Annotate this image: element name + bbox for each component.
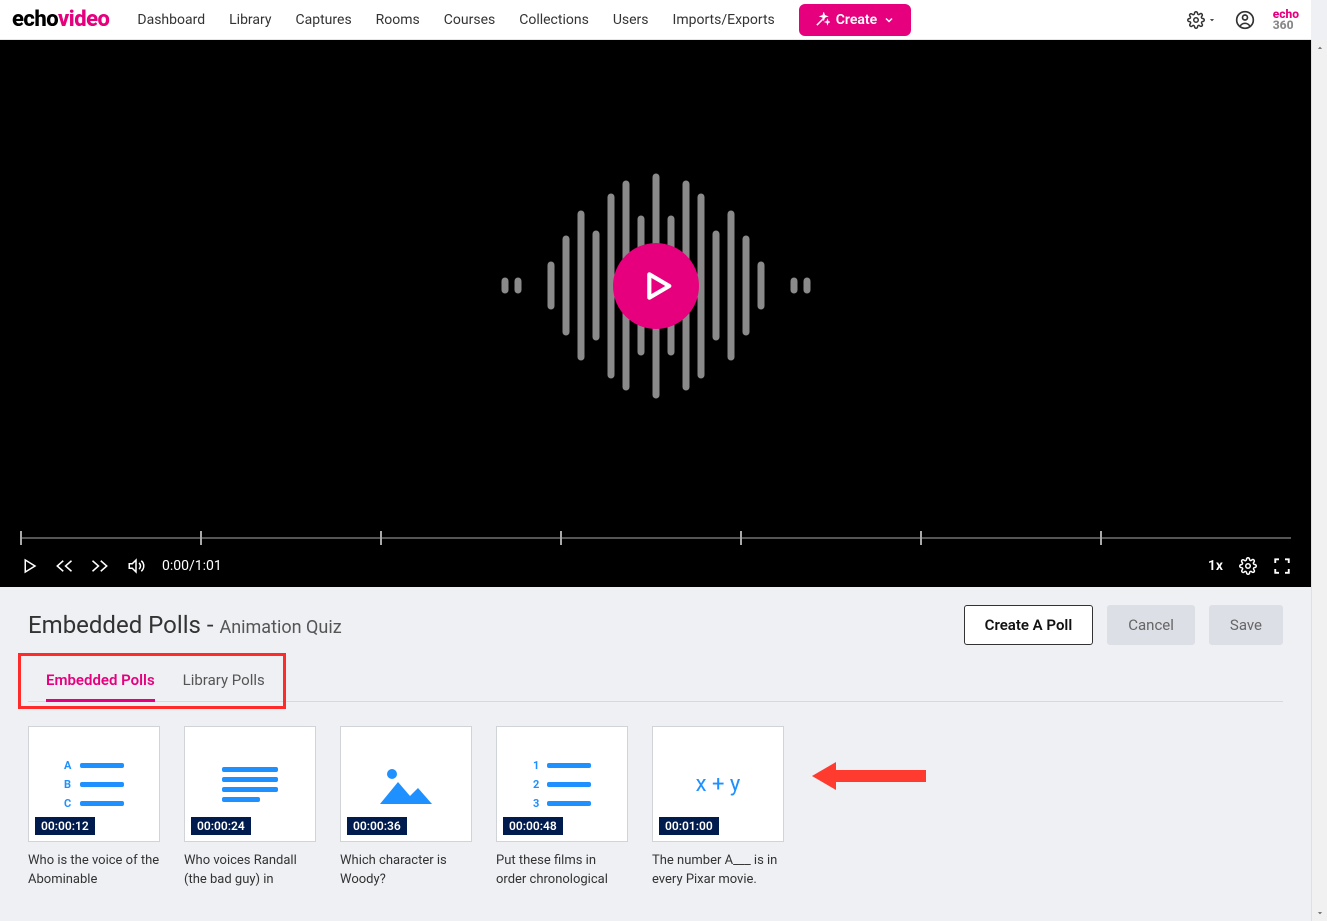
play-button[interactable] xyxy=(613,243,699,329)
poll-caption: Put these films in order chronological xyxy=(496,852,628,890)
nav-imports-exports[interactable]: Imports/Exports xyxy=(673,12,775,28)
create-label: Create xyxy=(836,12,877,28)
poll-caption: Which character is Woody? xyxy=(340,852,472,890)
player-settings[interactable] xyxy=(1239,557,1257,575)
arrow-shaft xyxy=(836,770,926,782)
timestamp-badge: 00:00:24 xyxy=(191,817,251,835)
timestamp-badge: 00:00:48 xyxy=(503,817,563,835)
rewind-icon xyxy=(54,557,74,575)
forward-control[interactable] xyxy=(90,557,110,575)
formula-icon: x + y xyxy=(696,772,741,797)
gear-icon xyxy=(1187,11,1205,29)
create-poll-button[interactable]: Create A Poll xyxy=(964,605,1094,645)
rewind-control[interactable] xyxy=(54,557,74,575)
video-player: 0:00/1:01 1x xyxy=(0,40,1311,587)
cancel-button[interactable]: Cancel xyxy=(1107,605,1195,645)
volume-icon xyxy=(126,557,146,575)
panel-subtitle: Animation Quiz xyxy=(219,617,341,638)
brand-logo[interactable]: echovideo xyxy=(12,7,109,32)
tab-embedded-polls[interactable]: Embedded Polls xyxy=(46,667,155,702)
image-icon xyxy=(380,764,432,804)
poll-thumb: A B C 00:00:12 xyxy=(28,726,160,842)
volume-control[interactable] xyxy=(126,557,146,575)
nav-rooms[interactable]: Rooms xyxy=(376,12,420,28)
logo-part2: video xyxy=(58,7,109,32)
play-icon xyxy=(636,266,676,306)
gear-icon xyxy=(1239,557,1257,575)
nav-library[interactable]: Library xyxy=(229,12,271,28)
scroll-down-button[interactable] xyxy=(1312,905,1327,921)
arrow-head-icon xyxy=(812,762,836,790)
poll-caption: Who is the voice of the Abominable xyxy=(28,852,160,890)
speed-control[interactable]: 1x xyxy=(1208,558,1223,574)
poll-card[interactable]: 00:00:36 Which character is Woody? xyxy=(340,726,472,890)
annotation-arrow xyxy=(812,762,926,790)
save-button[interactable]: Save xyxy=(1209,605,1283,645)
nav-captures[interactable]: Captures xyxy=(296,12,352,28)
settings-menu[interactable] xyxy=(1187,11,1217,29)
nav-collections[interactable]: Collections xyxy=(519,12,589,28)
timestamp-badge: 00:01:00 xyxy=(659,817,719,835)
short-answer-icon xyxy=(222,767,278,802)
nav-courses[interactable]: Courses xyxy=(444,12,495,28)
multiple-choice-icon: A B C xyxy=(64,759,124,810)
caret-down-icon xyxy=(1315,908,1325,918)
caret-down-icon xyxy=(1207,15,1217,25)
play-small-icon xyxy=(20,557,38,575)
logo-part1: echo xyxy=(12,7,58,32)
play-control[interactable] xyxy=(20,557,38,575)
poll-card[interactable]: x + y 00:01:00 The number A___ is in eve… xyxy=(652,726,784,890)
nav-items: Dashboard Library Captures Rooms Courses… xyxy=(137,4,1186,36)
poll-card[interactable]: 1 2 3 00:00:48 Put these films in order … xyxy=(496,726,628,890)
poll-caption: Who voices Randall (the bad guy) in xyxy=(184,852,316,890)
timestamp-badge: 00:00:36 xyxy=(347,817,407,835)
chevron-down-icon xyxy=(883,14,895,26)
poll-thumb: 1 2 3 00:00:48 xyxy=(496,726,628,842)
nav-dashboard[interactable]: Dashboard xyxy=(137,12,205,28)
timestamp-badge: 00:00:12 xyxy=(35,817,95,835)
time-display: 0:00/1:01 xyxy=(162,558,222,574)
polls-panel: Embedded Polls - Animation Quiz Create A… xyxy=(0,587,1311,702)
top-nav: echovideo Dashboard Library Captures Roo… xyxy=(0,0,1311,40)
nav-users[interactable]: Users xyxy=(613,12,649,28)
tab-library-polls[interactable]: Library Polls xyxy=(183,667,265,701)
scroll-up-button[interactable] xyxy=(1312,40,1327,56)
poll-card[interactable]: A B C 00:00:12 Who is the voice of the A… xyxy=(28,726,160,890)
echo360-logo[interactable]: echo360 xyxy=(1273,9,1299,31)
fullscreen-control[interactable] xyxy=(1273,557,1291,575)
create-button[interactable]: Create xyxy=(799,4,911,36)
poll-thumb: x + y 00:01:00 xyxy=(652,726,784,842)
poll-caption: The number A___ is in every Pixar movie. xyxy=(652,852,784,890)
polls-tabs: Embedded Polls Library Polls xyxy=(28,667,1283,702)
panel-header: Embedded Polls - Animation Quiz Create A… xyxy=(28,605,1283,645)
account-button[interactable] xyxy=(1235,10,1255,30)
panel-actions: Create A Poll Cancel Save xyxy=(964,605,1283,645)
panel-title: Embedded Polls - Animation Quiz xyxy=(28,611,342,639)
poll-thumb: 00:00:24 xyxy=(184,726,316,842)
ordering-icon: 1 2 3 xyxy=(533,759,591,810)
progress-track[interactable] xyxy=(0,531,1311,545)
player-controls: 0:00/1:01 1x xyxy=(0,545,1311,587)
fullscreen-icon xyxy=(1273,557,1291,575)
player-stage[interactable] xyxy=(0,40,1311,531)
vertical-scrollbar[interactable] xyxy=(1311,40,1327,921)
forward-icon xyxy=(90,557,110,575)
caret-up-icon xyxy=(1315,43,1325,53)
user-circle-icon xyxy=(1235,10,1255,30)
poll-card[interactable]: 00:00:24 Who voices Randall (the bad guy… xyxy=(184,726,316,890)
wand-icon xyxy=(815,12,830,27)
poll-cards: A B C 00:00:12 Who is the voice of the A… xyxy=(0,702,1311,914)
poll-thumb: 00:00:36 xyxy=(340,726,472,842)
nav-right: echo360 xyxy=(1187,9,1299,31)
